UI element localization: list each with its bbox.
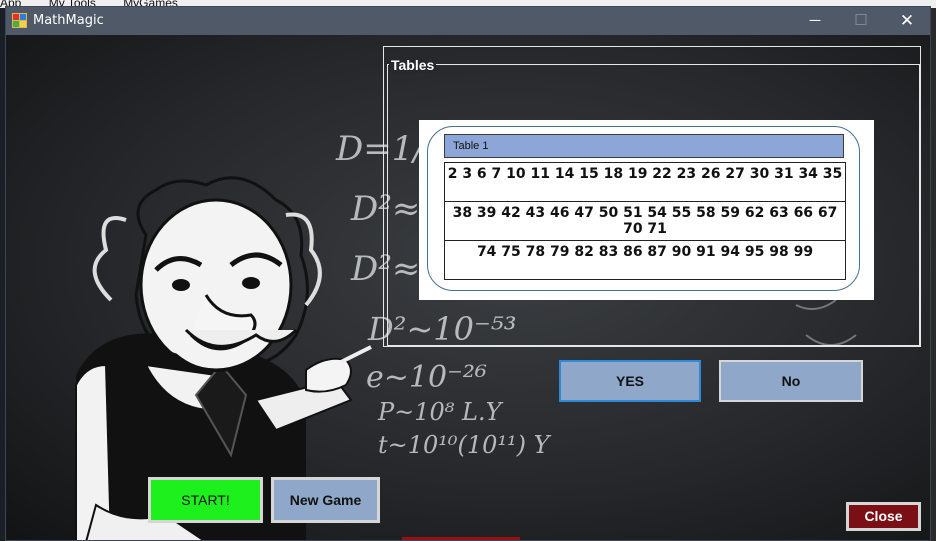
title-bar[interactable]: MathMagic ─ ☐ ✕ [6,7,930,35]
no-button[interactable]: No [719,360,863,402]
chalkboard-background: D=1/c d D²≈ D²≈K D²~10⁻⁵³ e~10⁻²⁶ P~10⁸ … [6,35,930,540]
table-panel: Table 1 2 3 6 7 10 11 14 15 18 19 22 23 … [419,120,874,300]
table-row: 2 3 6 7 10 11 14 15 18 19 22 23 26 27 30… [444,162,846,202]
maximize-button[interactable]: ☐ [838,7,884,35]
table-row: 38 39 42 43 46 47 50 51 54 55 58 59 62 6… [444,201,846,241]
app-icon [12,13,27,28]
start-button[interactable]: START! [148,477,263,523]
minimize-button[interactable]: ─ [792,7,838,35]
yes-button[interactable]: YES [559,360,701,402]
tables-group-label: Tables [389,57,437,73]
new-game-button[interactable]: New Game [271,477,380,523]
close-button[interactable]: Close [846,502,921,531]
table-title: Table 1 [444,134,844,158]
background-taskbar-item [402,537,520,540]
window-title: MathMagic [33,13,104,28]
table-row: 74 75 78 79 82 83 86 87 90 91 94 95 98 9… [444,240,846,280]
mathmagic-window: MathMagic ─ ☐ ✕ D=1/c d D²≈ D²≈K D²~10⁻⁵… [5,6,931,541]
close-window-button[interactable]: ✕ [884,7,930,35]
